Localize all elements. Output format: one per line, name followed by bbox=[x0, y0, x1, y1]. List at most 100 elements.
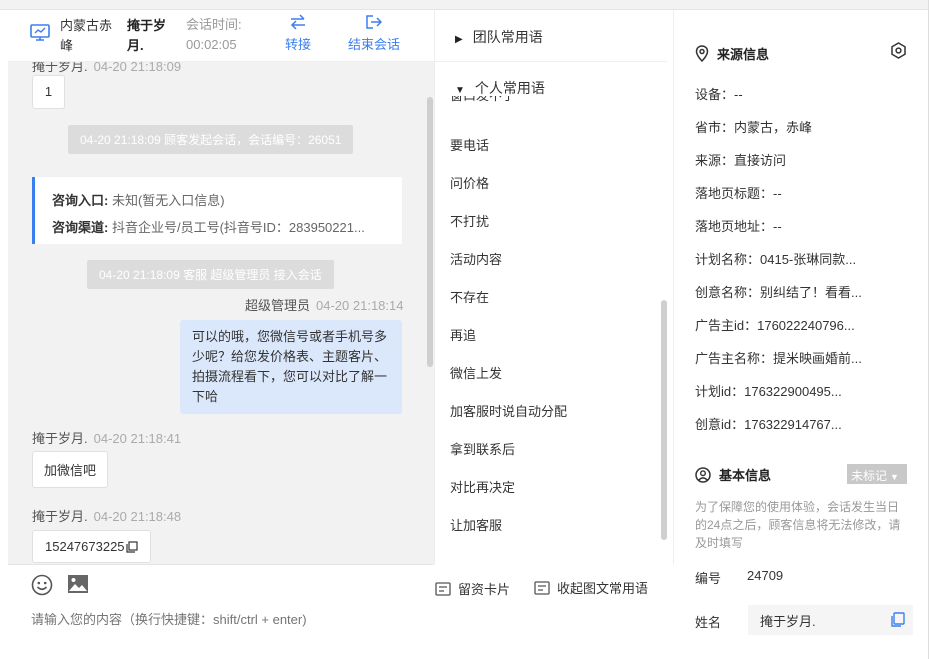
source-info-row: 省市：内蒙古，赤峰 bbox=[695, 120, 813, 135]
session-time: 00:02:05 bbox=[186, 37, 237, 52]
phrase-item[interactable]: 活动内容 bbox=[450, 249, 502, 268]
customer-message[interactable]: 1 bbox=[32, 75, 65, 109]
team-phrases-toggle[interactable]: ▶ 团队常用语 bbox=[435, 10, 667, 62]
consult-entry-row: 咨询入口: 未知(暂无入口信息) bbox=[52, 187, 385, 214]
end-session-button[interactable]: 结束会话 bbox=[348, 14, 400, 53]
phrase-item[interactable]: 不打扰 bbox=[450, 211, 489, 230]
id-label: 编号 bbox=[695, 571, 722, 586]
basic-info-header: 基本信息 bbox=[695, 465, 771, 484]
phrase-item[interactable]: 问价格 bbox=[450, 173, 489, 192]
consult-info-card: 咨询入口: 未知(暂无入口信息) 咨询渠道: 抖音企业号/员工号(抖音号ID：2… bbox=[32, 177, 402, 244]
source-info-row: 广告主名称：提米映画婚前... bbox=[695, 351, 862, 366]
consult-entry-value: 未知(暂无入口信息) bbox=[111, 193, 225, 208]
phrase-item[interactable]: 拿到联系后 bbox=[450, 439, 515, 458]
copy-icon[interactable] bbox=[125, 541, 138, 553]
phrase-item[interactable]: 要电话 bbox=[450, 135, 489, 154]
customer-name: 掩于岁月. bbox=[127, 18, 167, 53]
top-strip bbox=[0, 0, 929, 10]
image-icon[interactable] bbox=[67, 574, 89, 594]
source-info-row: 创意id：176322914767... bbox=[695, 417, 842, 432]
customer-message[interactable]: 15247673225 bbox=[32, 530, 151, 563]
edit-hint: 为了保障您的使用体验，会话发生当日的24点之后，顾客信息将无法修改，请及时填写 bbox=[695, 500, 901, 550]
end-session-label: 结束会话 bbox=[348, 37, 401, 52]
message-time: 04-20 21:18:48 bbox=[93, 509, 182, 524]
customer-region: 内蒙古赤峰 bbox=[60, 18, 113, 53]
message-input[interactable] bbox=[31, 612, 431, 627]
consult-channel-label: 咨询渠道: bbox=[52, 220, 109, 235]
agent-message[interactable]: 可以的哦，您微信号或者手机号多少呢？给您发价格表、主题客片、拍摄流程看下，您可以… bbox=[180, 320, 402, 414]
phrases-panel: ▶ 团队常用语 窗口发不了 ▼ 个人常用语 要电话 问价格 不打扰 活动内容 不存在 再追 微信… bbox=[434, 10, 674, 564]
source-info-row: 落地页地址：-- bbox=[695, 219, 782, 234]
phrase-item[interactable]: 不存在 bbox=[450, 287, 489, 306]
phrase-item[interactable]: 再追 bbox=[450, 325, 476, 344]
phrase-item[interactable]: 让加客服 bbox=[450, 515, 502, 534]
sender-name: 掩于岁月. bbox=[32, 431, 88, 446]
transfer-button[interactable]: 转接 bbox=[285, 14, 311, 53]
customer-message[interactable]: 加微信吧 bbox=[32, 451, 109, 488]
personal-phrases-toggle[interactable]: ▼ 个人常用语 bbox=[435, 78, 667, 96]
sender-name: 掩于岁月. bbox=[32, 62, 88, 74]
tag-label: 未标记 bbox=[851, 469, 888, 483]
monitor-icon bbox=[30, 24, 50, 41]
message-meta: 掩于岁月. 04-20 21:18:41 bbox=[32, 428, 181, 447]
phrase-item[interactable]: 对比再决定 bbox=[450, 477, 515, 496]
phrase-item[interactable]: 加客服时说自动分配 bbox=[450, 401, 567, 420]
customer-message-text: 15247673225 bbox=[45, 539, 125, 554]
app-root: 内蒙古赤峰 掩于岁月. 会话时间: 00:02:05 转接 结束会话 掩于岁月.… bbox=[0, 0, 929, 659]
collapse-phrases-button[interactable]: 收起图文常用语 bbox=[534, 578, 648, 597]
source-info-row: 广告主id：176022240796... bbox=[695, 318, 855, 333]
source-info-title: 来源信息 bbox=[717, 47, 770, 62]
source-info-row: 落地页标题：-- bbox=[695, 186, 782, 201]
message-time: 04-20 21:18:09 bbox=[93, 62, 182, 74]
source-info-header: 来源信息 bbox=[695, 44, 769, 63]
message-meta: 掩于岁月. 04-20 21:18:48 bbox=[32, 506, 181, 525]
consult-channel-row: 咨询渠道: 抖音企业号/员工号(抖音号ID：283950221... bbox=[52, 214, 385, 241]
location-pin-icon bbox=[695, 45, 709, 62]
message-list[interactable]: 掩于岁月. 04-20 21:18:09 1 04-20 21:18:09 顾客发… bbox=[8, 62, 434, 564]
copy-icon[interactable] bbox=[891, 612, 905, 627]
source-info-row: 来源：直接访问 bbox=[695, 153, 787, 168]
lead-card-label: 留资卡片 bbox=[458, 582, 511, 597]
message-meta: 掩于岁月. 04-20 21:18:09 bbox=[32, 62, 181, 75]
personal-phrases-label: 个人常用语 bbox=[474, 80, 545, 96]
sender-name: 掩于岁月. bbox=[32, 509, 88, 524]
consult-entry-label: 咨询入口: bbox=[52, 193, 109, 208]
message-icon bbox=[534, 580, 550, 595]
chevron-down-icon: ▼ bbox=[890, 472, 899, 482]
emoji-icon[interactable] bbox=[31, 574, 53, 596]
name-field[interactable]: 掩于岁月. bbox=[748, 605, 913, 635]
settings-icon[interactable] bbox=[890, 42, 907, 59]
sender-name: 超级管理员 bbox=[245, 298, 311, 313]
customer-info-panel: 来源信息 设备：-- 省市：内蒙古，赤峰 来源：直接访问 落地页标题：-- 落地页地址：… bbox=[675, 10, 929, 659]
name-label: 姓名 bbox=[695, 615, 722, 630]
message-time: 04-20 21:18:41 bbox=[93, 431, 182, 446]
phrases-scrollbar[interactable] bbox=[661, 300, 667, 540]
session-time-label: 会话时间: bbox=[186, 17, 242, 32]
exit-icon bbox=[366, 15, 383, 29]
system-notice: 04-20 21:18:09 顾客发起会话，会话编号：26051 bbox=[68, 125, 354, 154]
consult-channel-value: 抖音企业号/员工号(抖音号ID：283950221... bbox=[111, 220, 365, 235]
source-info-row: 设备：-- bbox=[695, 87, 743, 102]
chat-scrollbar[interactable] bbox=[427, 97, 433, 367]
message-meta: 超级管理员 04-20 21:18:14 bbox=[245, 295, 403, 314]
caret-right-icon: ▶ bbox=[455, 34, 463, 45]
message-time: 04-20 21:18:14 bbox=[316, 298, 404, 313]
basic-info-title: 基本信息 bbox=[719, 468, 772, 483]
chat-header: 内蒙古赤峰 掩于岁月. 会话时间: 00:02:05 转接 结束会话 bbox=[8, 10, 434, 62]
id-value: 24709 bbox=[747, 568, 784, 583]
collapse-phrases-label: 收起图文常用语 bbox=[557, 581, 649, 596]
source-info-row: 计划id：176322900495... bbox=[695, 384, 842, 399]
lead-card-button[interactable]: 留资卡片 bbox=[435, 579, 510, 598]
tag-dropdown[interactable]: 未标记 ▼ bbox=[847, 464, 907, 484]
user-icon bbox=[695, 466, 711, 483]
transfer-icon bbox=[290, 14, 305, 30]
phrase-item[interactable]: 微信上发 bbox=[450, 363, 502, 382]
source-info-row: 创意名称：别纠结了！看看... bbox=[695, 285, 862, 300]
transfer-label: 转接 bbox=[285, 37, 312, 52]
chat-panel: 内蒙古赤峰 掩于岁月. 会话时间: 00:02:05 转接 结束会话 掩于岁月.… bbox=[8, 10, 510, 659]
source-info-row: 计划名称：0415-张琳同款... bbox=[695, 252, 857, 267]
team-phrases-label: 团队常用语 bbox=[472, 29, 543, 45]
caret-down-icon: ▼ bbox=[455, 85, 465, 96]
card-icon bbox=[435, 581, 451, 596]
system-notice: 04-20 21:18:09 客服 超级管理员 接入会话 bbox=[87, 260, 334, 289]
